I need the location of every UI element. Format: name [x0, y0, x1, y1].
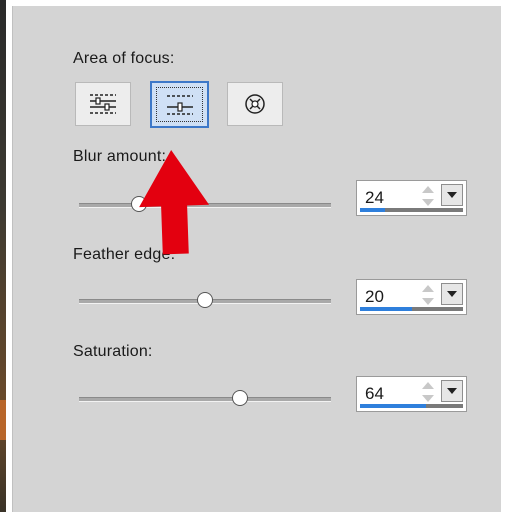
feather-edge-slider[interactable]: [79, 290, 331, 310]
area-of-focus-label: Area of focus:: [73, 50, 175, 67]
horizontal-band-focus-icon: [90, 94, 116, 114]
slider-thumb[interactable]: [197, 292, 213, 308]
effect-settings-panel: Area of focus: Blur amount: 24 Feather e…: [12, 6, 501, 512]
dropdown-button[interactable]: [441, 283, 463, 305]
focus-indicator: [156, 87, 203, 122]
slider-thumb[interactable]: [232, 390, 249, 406]
value-progress-bar: [360, 404, 463, 408]
focus-mode-center-line-button[interactable]: [150, 81, 209, 128]
spin-up-arrow-icon[interactable]: [422, 186, 434, 193]
spin-up-arrow-icon[interactable]: [422, 285, 434, 292]
spin-down-arrow-icon[interactable]: [422, 395, 434, 402]
spin-down-arrow-icon[interactable]: [422, 298, 434, 305]
red-up-arrow-icon: [139, 150, 210, 255]
dropdown-button[interactable]: [441, 380, 463, 402]
spin-arrows[interactable]: [419, 380, 437, 406]
focus-mode-horizontal-band-button[interactable]: [75, 82, 131, 126]
focus-mode-elliptical-button[interactable]: [227, 82, 283, 126]
slider-track: [79, 397, 331, 402]
feather-edge-value[interactable]: 20: [365, 287, 384, 307]
feather-edge-spinbox[interactable]: 20: [356, 279, 467, 315]
saturation-label: Saturation:: [73, 343, 153, 360]
saturation-value[interactable]: 64: [365, 384, 384, 404]
saturation-spinbox[interactable]: 64: [356, 376, 467, 412]
spin-down-arrow-icon[interactable]: [422, 199, 434, 206]
saturation-slider[interactable]: [79, 388, 331, 408]
value-progress-bar: [360, 208, 463, 212]
spin-up-arrow-icon[interactable]: [422, 382, 434, 389]
chevron-down-icon: [447, 291, 457, 297]
background-image-strip: [0, 0, 6, 512]
dropdown-button[interactable]: [441, 184, 463, 206]
value-progress-fill: [360, 307, 412, 311]
value-progress-fill: [360, 404, 426, 408]
blur-amount-value[interactable]: 24: [365, 188, 384, 208]
elliptical-focus-icon: [245, 94, 265, 114]
chevron-down-icon: [447, 388, 457, 394]
chevron-down-icon: [447, 192, 457, 198]
value-progress-fill: [360, 208, 385, 212]
blur-amount-spinbox[interactable]: 24: [356, 180, 467, 216]
spin-arrows[interactable]: [419, 184, 437, 210]
background-image-accent: [0, 400, 6, 440]
value-progress-bar: [360, 307, 463, 311]
spin-arrows[interactable]: [419, 283, 437, 309]
